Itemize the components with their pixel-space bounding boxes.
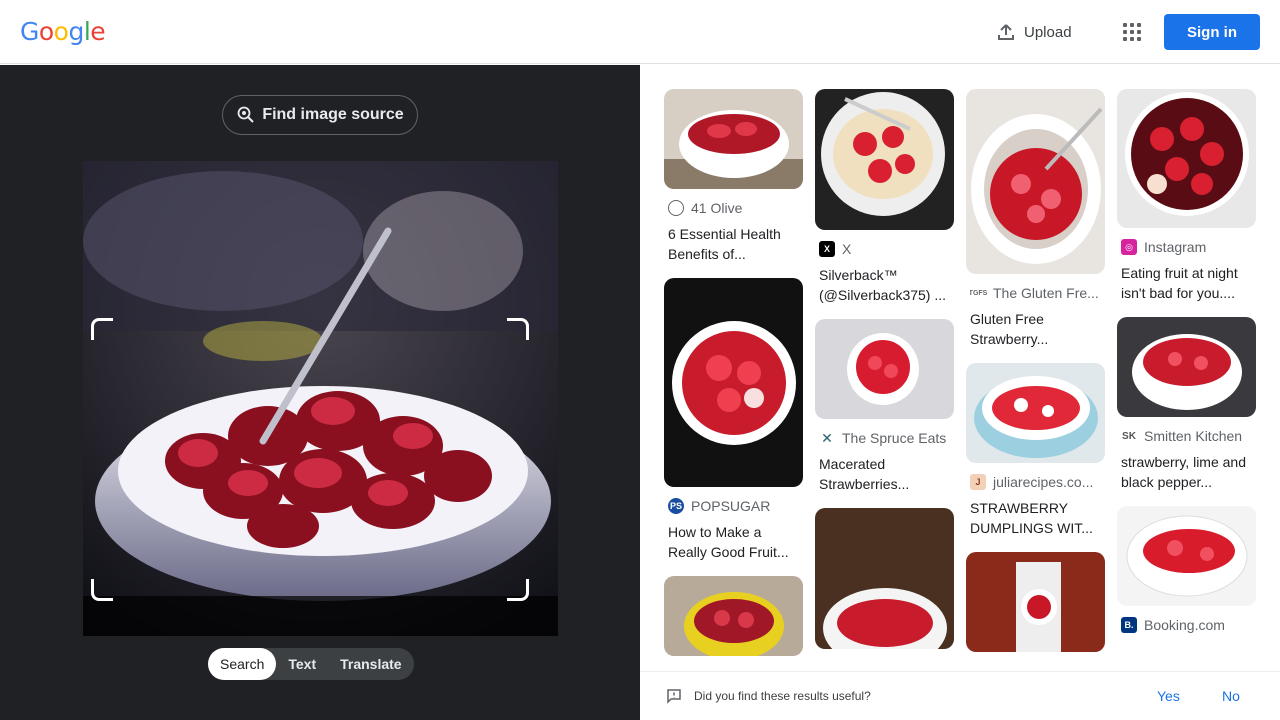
popsugar-icon: PS [668,498,684,514]
result-card[interactable]: XX Silverback™ (@Silverback375) ... [815,89,954,305]
result-title: Silverback™ (@Silverback375) ... [819,267,947,303]
result-source: Instagram [1144,239,1207,255]
result-source: juliarecipes.co... [993,474,1094,490]
find-image-source-button[interactable]: Find image source [222,95,418,135]
result-thumbnail [815,89,954,230]
result-thumbnail [966,89,1105,274]
result-card[interactable]: SK Smitten Kitchen strawberry, lime and b… [1117,317,1256,492]
result-thumbnail [1117,317,1256,417]
result-card[interactable]: PS POPSUGAR How to Make a Really Good Fru… [664,278,803,562]
result-card[interactable] [966,552,1105,652]
result-thumbnail [664,278,803,487]
crop-handle-top-left[interactable] [91,318,113,340]
result-source: Smitten Kitchen [1144,428,1243,444]
result-thumbnail [815,319,954,419]
result-source: The Spruce Eats [842,430,947,446]
upload-icon [998,24,1014,40]
feedback-bar: Did you find these results useful? Yes N… [640,671,1280,720]
logo-letter: e [90,17,106,46]
results-column: 41 Olive 6 Essential Health Benefits of.… [664,89,803,670]
spruce-eats-icon: ✕ [819,430,835,446]
logo-letter: G [20,17,39,46]
visual-matches-pane: 41 Olive 6 Essential Health Benefits of.… [640,65,1280,720]
result-source: Booking.com [1144,617,1225,633]
logo-letter: o [53,17,69,46]
feedback-yes-button[interactable]: Yes [1157,688,1180,704]
result-thumbnail [664,576,803,656]
result-thumbnail [1117,89,1256,228]
mode-text-tab[interactable]: Text [276,648,328,680]
result-card[interactable]: Jjuliarecipes.co... STRAWBERRY DUMPLINGS… [966,363,1105,538]
lens-mode-switch: Search Text Translate [208,648,414,680]
apps-grid-icon[interactable] [1116,16,1148,48]
header: Google Upload Sign in [0,0,1280,64]
result-thumbnail [664,89,803,189]
query-image-pane: Find image source Search Text Translate [0,65,640,720]
results-column: XX Silverback™ (@Silverback375) ... ✕ The… [815,89,954,663]
result-thumbnail [966,363,1105,463]
gluten-free-icon: TGFS [970,285,987,301]
result-card[interactable]: B. Booking.com [1117,506,1256,633]
mode-search-tab[interactable]: Search [208,648,277,680]
result-card[interactable]: ✕ The Spruce Eats Macerated Strawberries.… [815,319,954,494]
result-title: STRAWBERRY DUMPLINGS WIT... [970,500,1093,536]
sign-in-button[interactable]: Sign in [1164,14,1260,50]
feedback-question: Did you find these results useful? [694,689,871,703]
x-logo-icon: X [819,241,835,257]
booking-icon: B. [1121,617,1137,633]
result-title: Macerated Strawberries... [819,456,910,492]
globe-icon [668,200,684,216]
result-card[interactable]: 41 Olive 6 Essential Health Benefits of.… [664,89,803,264]
logo-letter: g [68,17,84,46]
mode-translate-tab[interactable]: Translate [328,648,413,680]
result-card[interactable] [815,508,954,649]
logo-letter: o [38,17,54,46]
result-title: Gluten Free Strawberry... [970,311,1049,347]
result-source: X [842,241,852,257]
crop-selection-box[interactable] [91,318,529,601]
crop-handle-bottom-right[interactable] [507,579,529,601]
result-source: POPSUGAR [691,498,771,514]
upload-label: Upload [1024,23,1072,41]
result-card[interactable] [664,576,803,656]
result-title: 6 Essential Health Benefits of... [668,226,781,262]
results-column: ◎ Instagram Eating fruit at night isn't b… [1117,89,1256,647]
query-image [83,161,558,636]
results-column: TGFS The Gluten Fre... Gluten Free Strawb… [966,89,1105,666]
julia-recipes-icon: J [970,474,986,490]
upload-button[interactable]: Upload [986,14,1082,50]
crop-handle-top-right[interactable] [507,318,529,340]
lens-search-icon [237,106,255,123]
crop-handle-bottom-left[interactable] [91,579,113,601]
smitten-kitchen-icon: SK [1121,428,1137,444]
instagram-icon: ◎ [1121,239,1137,255]
result-thumbnail [1117,506,1256,606]
find-image-source-label: Find image source [262,106,404,123]
result-source: 41 Olive [691,200,743,216]
feedback-icon [667,689,681,704]
result-card[interactable]: TGFS The Gluten Fre... Gluten Free Strawb… [966,89,1105,349]
result-card[interactable]: ◎ Instagram Eating fruit at night isn't b… [1117,89,1256,303]
google-logo[interactable]: Google [20,17,106,46]
result-title: strawberry, lime and black pepper... [1121,454,1247,490]
result-title: Eating fruit at night isn't bad for you.… [1121,265,1238,301]
result-thumbnail [815,508,954,649]
feedback-no-button[interactable]: No [1222,688,1240,704]
result-source: The Gluten Fre... [993,285,1099,301]
result-title: How to Make a Really Good Fruit... [668,524,789,560]
result-thumbnail [966,552,1105,652]
